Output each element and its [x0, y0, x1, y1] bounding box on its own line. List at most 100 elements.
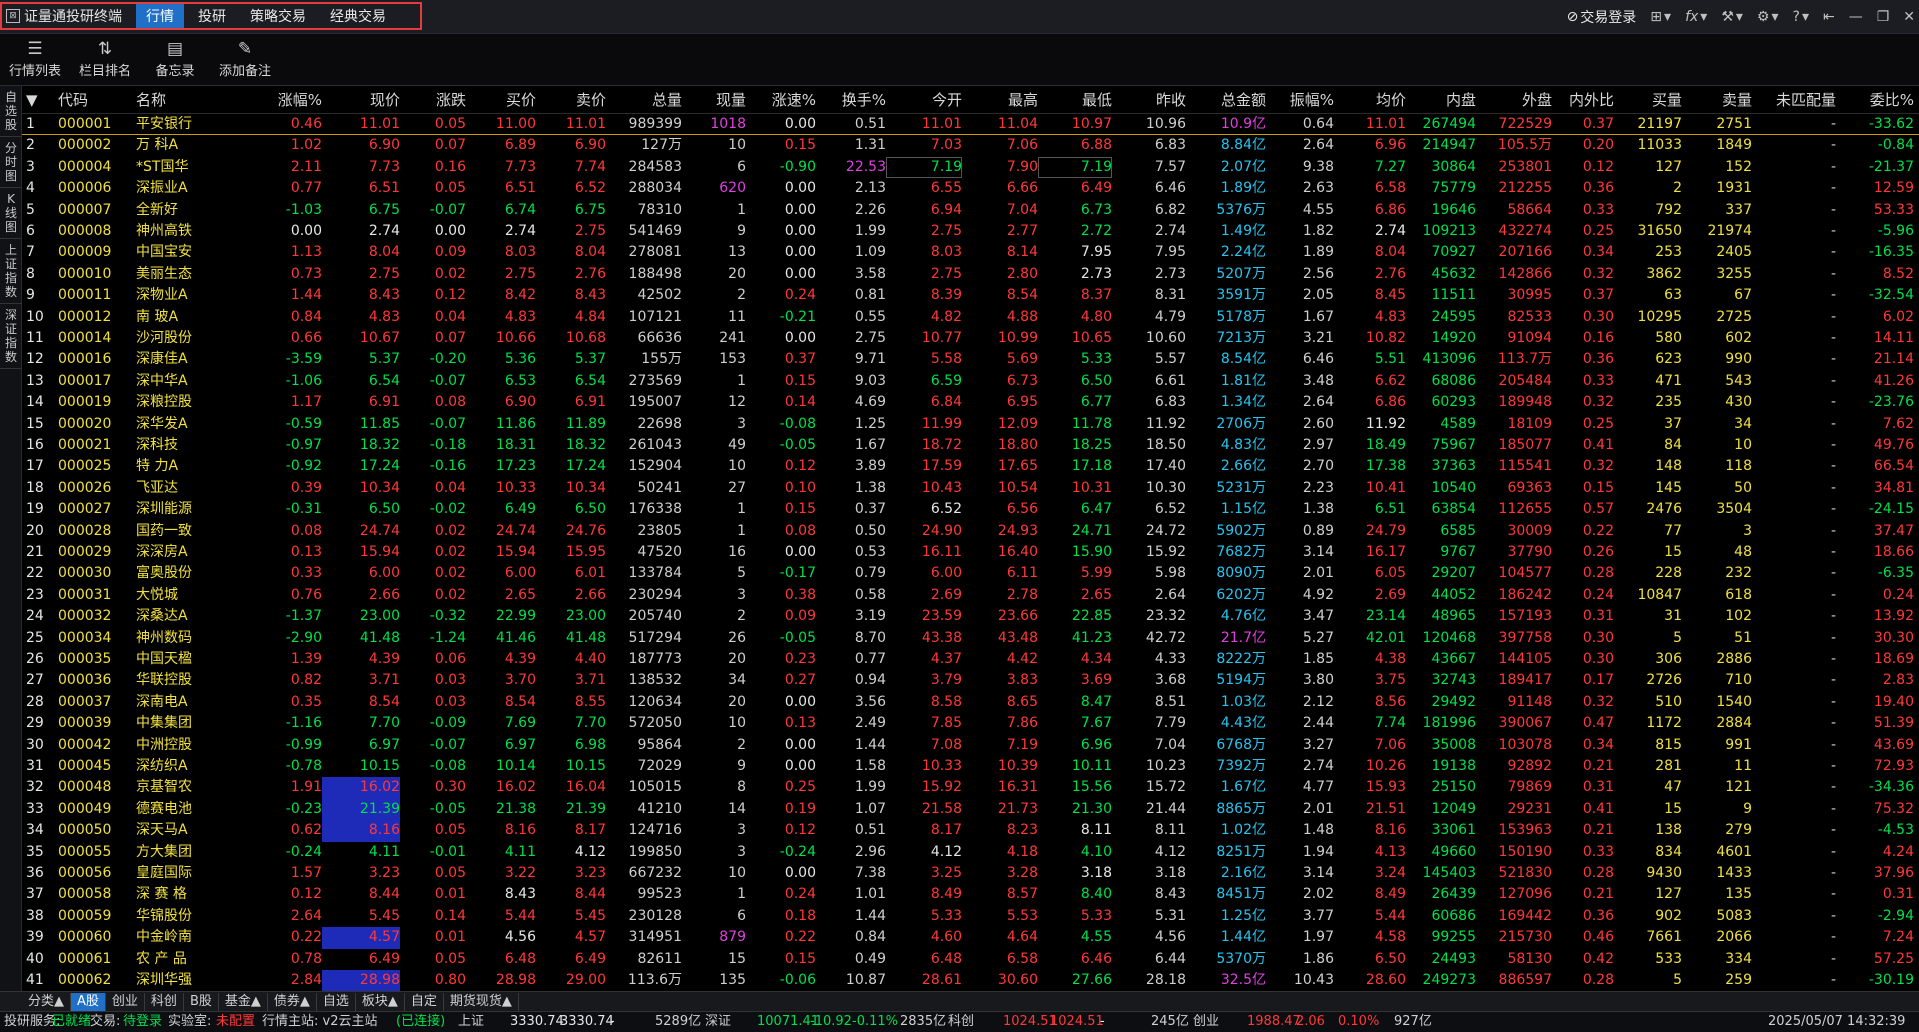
table-row[interactable]: 27 000036 华联控股 0.82 3.71 0.03 3.70 3.71 138532 34… [22, 670, 1919, 691]
table-row[interactable]: 31 000045 深纺织A -0.78 10.15 -0.08 10.14 10.15 720… [22, 756, 1919, 777]
table-row[interactable]: 17 000025 特 力A -0.92 17.24 -0.16 17.23 17.24 152… [22, 456, 1919, 477]
table-row[interactable]: 24 000032 深桑达A -1.37 23.00 -0.32 22.99 23.00 205… [22, 606, 1919, 627]
table-row[interactable]: 22 000030 富奥股份 0.33 6.00 0.02 6.00 6.01 133784 5 -… [22, 563, 1919, 584]
market-tab-chinext[interactable]: 创业 [106, 992, 145, 1011]
market-tab-b-share[interactable]: B股 [184, 992, 219, 1011]
header-last-volume[interactable]: 现量 [682, 86, 746, 114]
table-row[interactable]: 20 000028 国药一致 0.08 24.74 0.02 24.74 24.76 23805… [22, 521, 1919, 542]
table-row[interactable]: 7 000009 中国宝安 1.13 8.04 0.09 8.03 8.04 278081 13 0… [22, 242, 1919, 263]
sidebar-item-intraday-chart[interactable]: 分时图 [0, 137, 22, 188]
trade-login-button[interactable]: ⊘ 交易登录 [1567, 7, 1637, 27]
header-outer-vol[interactable]: 外盘 [1476, 86, 1552, 114]
help-menu-button[interactable]: ? ▾ [1793, 9, 1809, 25]
header-speed[interactable]: 涨速% [746, 86, 816, 114]
header-inner-vol[interactable]: 内盘 [1406, 86, 1476, 114]
sidebar-item-sh-index[interactable]: 上证指数 [0, 239, 22, 304]
table-row[interactable]: 26 000035 中国天楹 1.39 4.39 0.06 4.39 4.40 187773 20… [22, 649, 1919, 670]
minimize-button[interactable]: — [1849, 9, 1863, 25]
header-commission-ratio[interactable]: 委比% [1836, 86, 1914, 114]
table-row[interactable]: 3 000004 *ST国华 2.11 7.73 0.16 7.73 7.74 284583 6 -… [22, 156, 1919, 179]
table-row[interactable]: 23 000031 大悦城 0.76 2.66 0.02 2.65 2.66 230294 3 0.… [22, 585, 1919, 606]
table-row[interactable]: 10 000012 南 玻A 0.84 4.83 0.04 4.83 4.84 107121 11… [22, 307, 1919, 328]
header-low[interactable]: 最低 [1038, 86, 1112, 114]
table-row[interactable]: 5 000007 全新好 -1.03 6.75 -0.07 6.74 6.75 78310 1 0.… [22, 200, 1919, 221]
header-amplitude[interactable]: 振幅% [1266, 86, 1334, 114]
sidebar-item-sz-index[interactable]: 深证指数 [0, 304, 22, 369]
table-row[interactable]: 28 000037 深南电A 0.35 8.54 0.03 8.54 8.55 120634 20… [22, 692, 1919, 713]
market-tab-futures-spot[interactable]: 期货现货▲ [444, 992, 519, 1011]
header-name[interactable]: 名称 [136, 86, 226, 114]
table-row[interactable]: 19 000027 深圳能源 -0.31 6.50 -0.02 6.49 6.50 176338… [22, 499, 1919, 520]
header-prev-close[interactable]: 昨收 [1112, 86, 1186, 114]
header-inner-outer-ratio[interactable]: 内外比 [1552, 86, 1614, 114]
market-tab-category[interactable]: 分类▲ [22, 992, 71, 1011]
header-code[interactable]: 代码 [58, 86, 118, 114]
table-row[interactable]: 29 000039 中集集团 -1.16 7.70 -0.09 7.69 7.70 572050… [22, 713, 1919, 734]
table-row[interactable]: 36 000056 皇庭国际 1.57 3.23 0.05 3.22 3.23 667232 10… [22, 863, 1919, 884]
table-row[interactable]: 18 000026 飞亚达 0.39 10.34 0.04 10.33 10.34 50241 2… [22, 478, 1919, 499]
table-row[interactable]: 40 000061 农 产 品 0.78 6.49 0.05 6.48 6.49 82611 15… [22, 949, 1919, 970]
market-tab-sector[interactable]: 板块▲ [356, 992, 405, 1011]
header-ask[interactable]: 卖价 [536, 86, 606, 114]
close-button[interactable]: ✕ [1903, 9, 1915, 25]
table-row[interactable]: 37 000058 深 赛 格 0.12 8.44 0.01 8.43 8.44 99523 1 0… [22, 884, 1919, 905]
market-tab-bond[interactable]: 债券▲ [268, 992, 317, 1011]
lab-status-value[interactable]: 未配置 [216, 1012, 255, 1032]
market-tab-custom[interactable]: 自定 [405, 992, 444, 1011]
tab-classic-trade[interactable]: 经典交易 [320, 4, 396, 28]
header-price[interactable]: 现价 [322, 86, 400, 114]
column-rank-button[interactable]: ⇅ 栏目排名 [70, 34, 140, 85]
table-row[interactable]: 11 000014 沙河股份 0.66 10.67 0.07 10.66 10.68 66636… [22, 328, 1919, 349]
table-row[interactable]: 15 000020 深华发A -0.59 11.85 -0.07 11.86 11.89 226… [22, 414, 1919, 435]
table-row[interactable]: 39 000060 中金岭南 0.22 4.57 0.01 4.56 4.57 314951 87… [22, 927, 1919, 949]
header-change-pct[interactable]: 涨幅% [222, 86, 322, 114]
header-volume[interactable]: 总量 [606, 86, 682, 114]
table-row[interactable]: 2 000002 万 科A 1.02 6.90 0.07 6.89 6.90 127万 10 0.1… [22, 135, 1919, 156]
table-row[interactable]: 14 000019 深粮控股 1.17 6.91 0.08 6.90 6.91 195007 12… [22, 392, 1919, 413]
market-tab-a-share[interactable]: A股 [71, 992, 106, 1011]
table-row[interactable]: 32 000048 京基智农 1.91 16.02 0.30 16.02 16.04 10501… [22, 777, 1919, 799]
sort-arrow-icon[interactable]: ▼ [26, 86, 54, 114]
table-row[interactable]: 34 000050 深天马A 0.62 8.16 0.05 8.16 8.17 124716 3 0… [22, 820, 1919, 842]
layout-menu-button[interactable]: ⊞ ▾ [1650, 9, 1671, 25]
tab-research[interactable]: 投研 [188, 4, 236, 28]
header-amount[interactable]: 总金额 [1186, 86, 1266, 114]
sidebar-item-kline-chart[interactable]: K线图 [0, 188, 22, 239]
add-note-button[interactable]: ✎ 添加备注 [210, 34, 280, 85]
header-turnover[interactable]: 换手% [816, 86, 886, 114]
header-avg-price[interactable]: 均价 [1334, 86, 1406, 114]
table-row[interactable]: 6 000008 神州高铁 0.00 2.74 0.00 2.74 2.75 541469 9 0.… [22, 221, 1919, 242]
header-unmatched[interactable]: 未匹配量 [1752, 86, 1836, 114]
tab-market[interactable]: 行情 [136, 4, 184, 28]
table-row[interactable]: 25 000034 神州数码 -2.90 41.48 -1.24 41.46 41.48 517… [22, 628, 1919, 649]
back-button[interactable]: ⇤ [1823, 9, 1835, 25]
settings-menu-button[interactable]: ⚙ ▾ [1757, 9, 1779, 25]
table-row[interactable]: 8 000010 美丽生态 0.73 2.75 0.02 2.75 2.76 188498 20 0… [22, 264, 1919, 285]
header-ask-vol[interactable]: 卖量 [1682, 86, 1752, 114]
table-row[interactable]: 13 000017 深中华A -1.06 6.54 -0.07 6.53 6.54 273569… [22, 371, 1919, 392]
restore-button[interactable]: ❐ [1877, 9, 1890, 25]
market-tab-fund[interactable]: 基金▲ [219, 992, 268, 1011]
table-row[interactable]: 41 000062 深圳华强 2.84 28.98 0.80 28.98 29.00 113.6… [22, 970, 1919, 991]
header-bid[interactable]: 买价 [466, 86, 536, 114]
quote-list-button[interactable]: ☰ 行情列表 [0, 34, 70, 85]
market-tab-star[interactable]: 科创 [145, 992, 184, 1011]
table-row[interactable]: 1 000001 平安银行 0.46 11.01 0.05 11.00 11.01 989399… [22, 114, 1919, 136]
table-row[interactable]: 21 000029 深深房A 0.13 15.94 0.02 15.94 15.95 47520… [22, 542, 1919, 563]
table-row[interactable]: 4 000006 深振业A 0.77 6.51 0.05 6.51 6.52 288034 620… [22, 178, 1919, 199]
sidebar-item-watchlist[interactable]: 自选股 [0, 86, 22, 137]
tools-menu-button[interactable]: ⚒ ▾ [1721, 9, 1743, 25]
table-row[interactable]: 12 000016 深康佳A -3.59 5.37 -0.20 5.36 5.37 155万 15… [22, 349, 1919, 370]
header-change[interactable]: 涨跌 [400, 86, 466, 114]
table-row[interactable]: 9 000011 深物业A 1.44 8.43 0.12 8.42 8.43 42502 2 0.2… [22, 285, 1919, 306]
server-status[interactable]: (已连接) [396, 1012, 445, 1032]
table-row[interactable]: 30 000042 中洲控股 -0.99 6.97 -0.07 6.97 6.98 95864 2… [22, 735, 1919, 756]
formula-menu-button[interactable]: fx ▾ [1685, 9, 1707, 25]
header-high[interactable]: 最高 [962, 86, 1038, 114]
table-row[interactable]: 35 000055 方大集团 -0.24 4.11 -0.01 4.11 4.12 199850… [22, 842, 1919, 863]
memo-button[interactable]: ▤ 备忘录 [140, 34, 210, 85]
header-bid-vol[interactable]: 买量 [1614, 86, 1682, 114]
tab-strategy-trade[interactable]: 策略交易 [240, 4, 316, 28]
table-row[interactable]: 33 000049 德赛电池 -0.23 21.39 -0.05 21.38 21.39 412… [22, 798, 1919, 821]
trade-status-value[interactable]: 待登录 [123, 1012, 162, 1032]
